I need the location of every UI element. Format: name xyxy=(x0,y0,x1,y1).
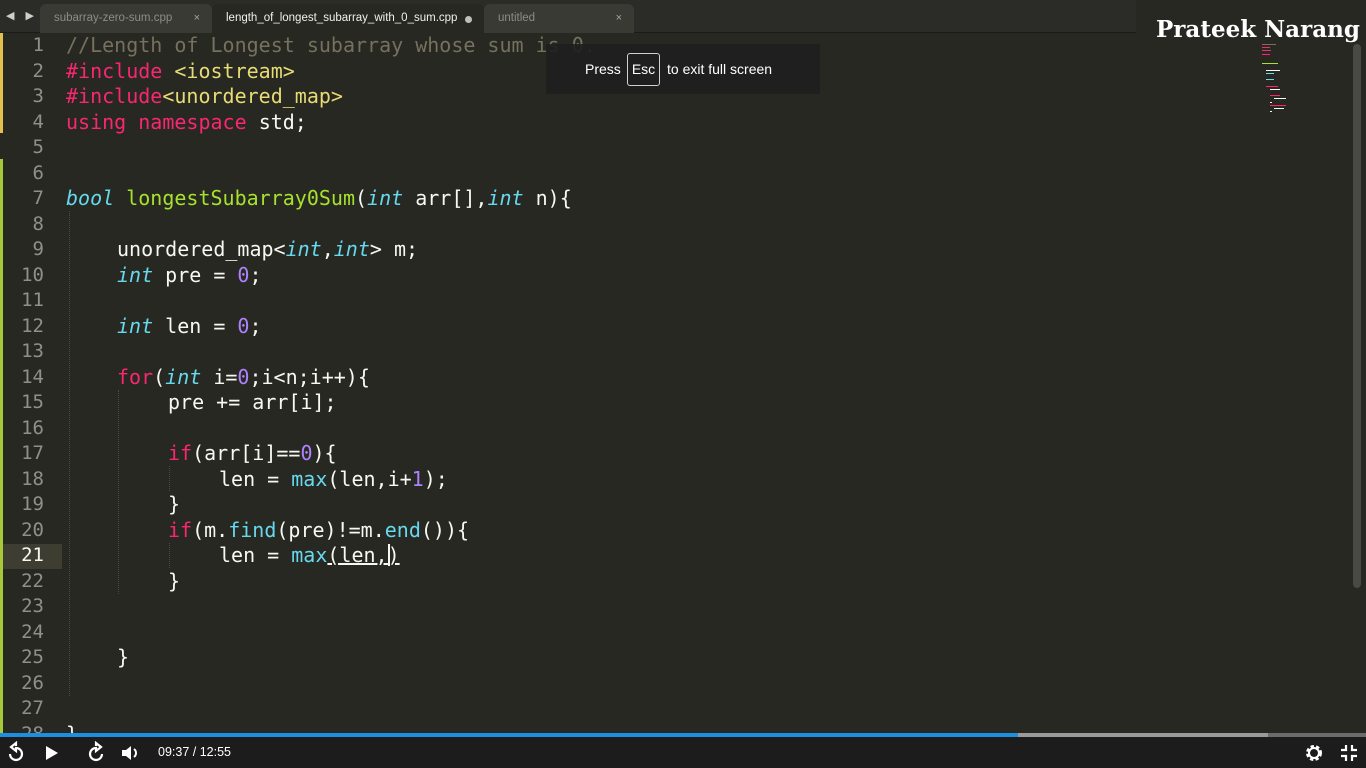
line-number: 20 xyxy=(21,518,44,541)
minimap-line xyxy=(1262,50,1271,52)
minimap-line xyxy=(1266,85,1278,87)
settings-gear-icon[interactable] xyxy=(1302,741,1326,765)
tab-nav-arrows-icon[interactable]: ◀ ▶ xyxy=(6,9,38,22)
minimap-line xyxy=(1262,47,1270,49)
minimap-line xyxy=(1262,53,1270,55)
line-number: 26 xyxy=(21,671,44,694)
line-number: 14 xyxy=(21,365,44,388)
fullscreen-notice: Press Esc to exit full screen xyxy=(546,44,820,94)
minimap-line xyxy=(1274,98,1286,100)
close-tab-icon[interactable]: × xyxy=(616,12,622,24)
indent-guide xyxy=(169,466,170,491)
close-tab-icon[interactable]: × xyxy=(194,12,200,24)
code-line-4: using namespace std; xyxy=(66,109,307,134)
line-number: 24 xyxy=(21,620,44,643)
tab-label: subarray-zero-sum.cpp xyxy=(54,12,173,24)
line-number: 10 xyxy=(21,263,44,286)
line-number: 22 xyxy=(21,569,44,592)
minimap-line xyxy=(1266,69,1280,71)
minimap-line xyxy=(1270,101,1272,103)
tab-label: length_of_longest_subarray_with_0_sum.cp… xyxy=(226,12,458,24)
line-number: 5 xyxy=(32,136,44,158)
code-line-21: len = max(len,) xyxy=(219,543,400,567)
video-timecode: 09:37 / 12:55 xyxy=(158,745,231,759)
minimap-line xyxy=(1270,104,1286,106)
code-line-18: len = max(len,i+1); xyxy=(219,466,448,491)
code-line-19: } xyxy=(168,492,181,516)
line-number: 13 xyxy=(21,340,44,362)
minimap-line xyxy=(1266,72,1274,74)
line-number: 2 xyxy=(32,59,44,82)
code-line-1: //Length of Longest subarray whose sum i… xyxy=(66,33,596,57)
forward-10-icon[interactable] xyxy=(84,741,108,765)
play-icon[interactable] xyxy=(39,741,63,765)
code-line-22: } xyxy=(168,568,181,593)
line-number: 21 xyxy=(21,544,44,566)
code-line-14: for(int i=0;i<n;i++){ xyxy=(117,364,370,389)
minimap-line xyxy=(1270,95,1280,97)
line-number: 11 xyxy=(21,289,44,311)
fullscreen-notice-text: to exit full screen xyxy=(667,61,773,77)
tab-length-of-longest-subarray[interactable]: length_of_longest_subarray_with_0_sum.cp… xyxy=(212,4,484,33)
line-number: 28 xyxy=(21,722,44,734)
indent-guide xyxy=(69,211,70,696)
line-number: 8 xyxy=(32,212,44,235)
line-number: 4 xyxy=(32,110,44,133)
line-number: 16 xyxy=(21,416,44,439)
code-line-20: if(m.find(pre)!=m.end()){ xyxy=(168,517,470,542)
line-number: 3 xyxy=(32,85,44,107)
line-number: 18 xyxy=(21,467,44,490)
line-number: 1 xyxy=(32,34,44,56)
code-line-3: #include<unordered_map> xyxy=(66,84,343,108)
line-number: 17 xyxy=(21,442,44,464)
code-line-9: unordered_map<int,int> m; xyxy=(117,237,419,261)
code-line-15: pre += arr[i]; xyxy=(168,390,337,414)
tab-bar: ◀ ▶ subarray-zero-sum.cpp × length_of_lo… xyxy=(0,0,1136,33)
code-line-25: } xyxy=(117,645,130,669)
exit-fullscreen-icon[interactable] xyxy=(1337,741,1361,765)
volume-icon[interactable] xyxy=(118,741,142,765)
minimap-line xyxy=(1270,88,1280,90)
minimap-line xyxy=(1262,63,1278,65)
code-line-28: } xyxy=(66,721,79,734)
code-line-7: bool longestSubarray0Sum(int arr[],int n… xyxy=(66,186,572,210)
line-number: 15 xyxy=(21,391,44,413)
line-number: 27 xyxy=(21,697,44,719)
minimap-line xyxy=(1274,108,1284,109)
fullscreen-notice-press: Press xyxy=(585,61,621,77)
line-number: 23 xyxy=(21,595,44,617)
video-controls: 09:37 / 12:55 xyxy=(0,737,1366,768)
line-number: 6 xyxy=(32,161,44,184)
indent-guide xyxy=(169,543,170,568)
minimap[interactable] xyxy=(1258,44,1298,124)
tab-subarray-zero-sum[interactable]: subarray-zero-sum.cpp × xyxy=(40,4,212,33)
tab-untitled[interactable]: untitled × xyxy=(484,4,634,33)
minimap-line xyxy=(1270,111,1272,113)
line-number: 9 xyxy=(32,238,44,260)
line-number: 19 xyxy=(21,493,44,515)
esc-key-label: Esc xyxy=(627,53,660,86)
tab-label: untitled xyxy=(498,12,536,24)
code-editor[interactable]: //Length of Longest subarray whose sum i… xyxy=(66,33,1356,734)
code-line-2: #include <iostream> xyxy=(66,58,295,83)
line-number: 7 xyxy=(32,187,44,209)
code-line-17: if(arr[i]==0){ xyxy=(168,441,337,465)
minimap-line xyxy=(1266,79,1274,81)
replay-10-icon[interactable] xyxy=(4,741,28,765)
line-number: 25 xyxy=(21,646,44,668)
line-number: 12 xyxy=(21,314,44,337)
presenter-watermark: Prateek Narang xyxy=(1156,16,1360,43)
minimap-line xyxy=(1262,44,1276,45)
vertical-scrollbar[interactable] xyxy=(1353,44,1361,588)
indent-guide xyxy=(118,390,119,594)
code-line-10: int pre = 0; xyxy=(117,262,262,287)
unsaved-dot-icon[interactable] xyxy=(465,16,472,23)
code-line-12: int len = 0; xyxy=(117,313,262,338)
